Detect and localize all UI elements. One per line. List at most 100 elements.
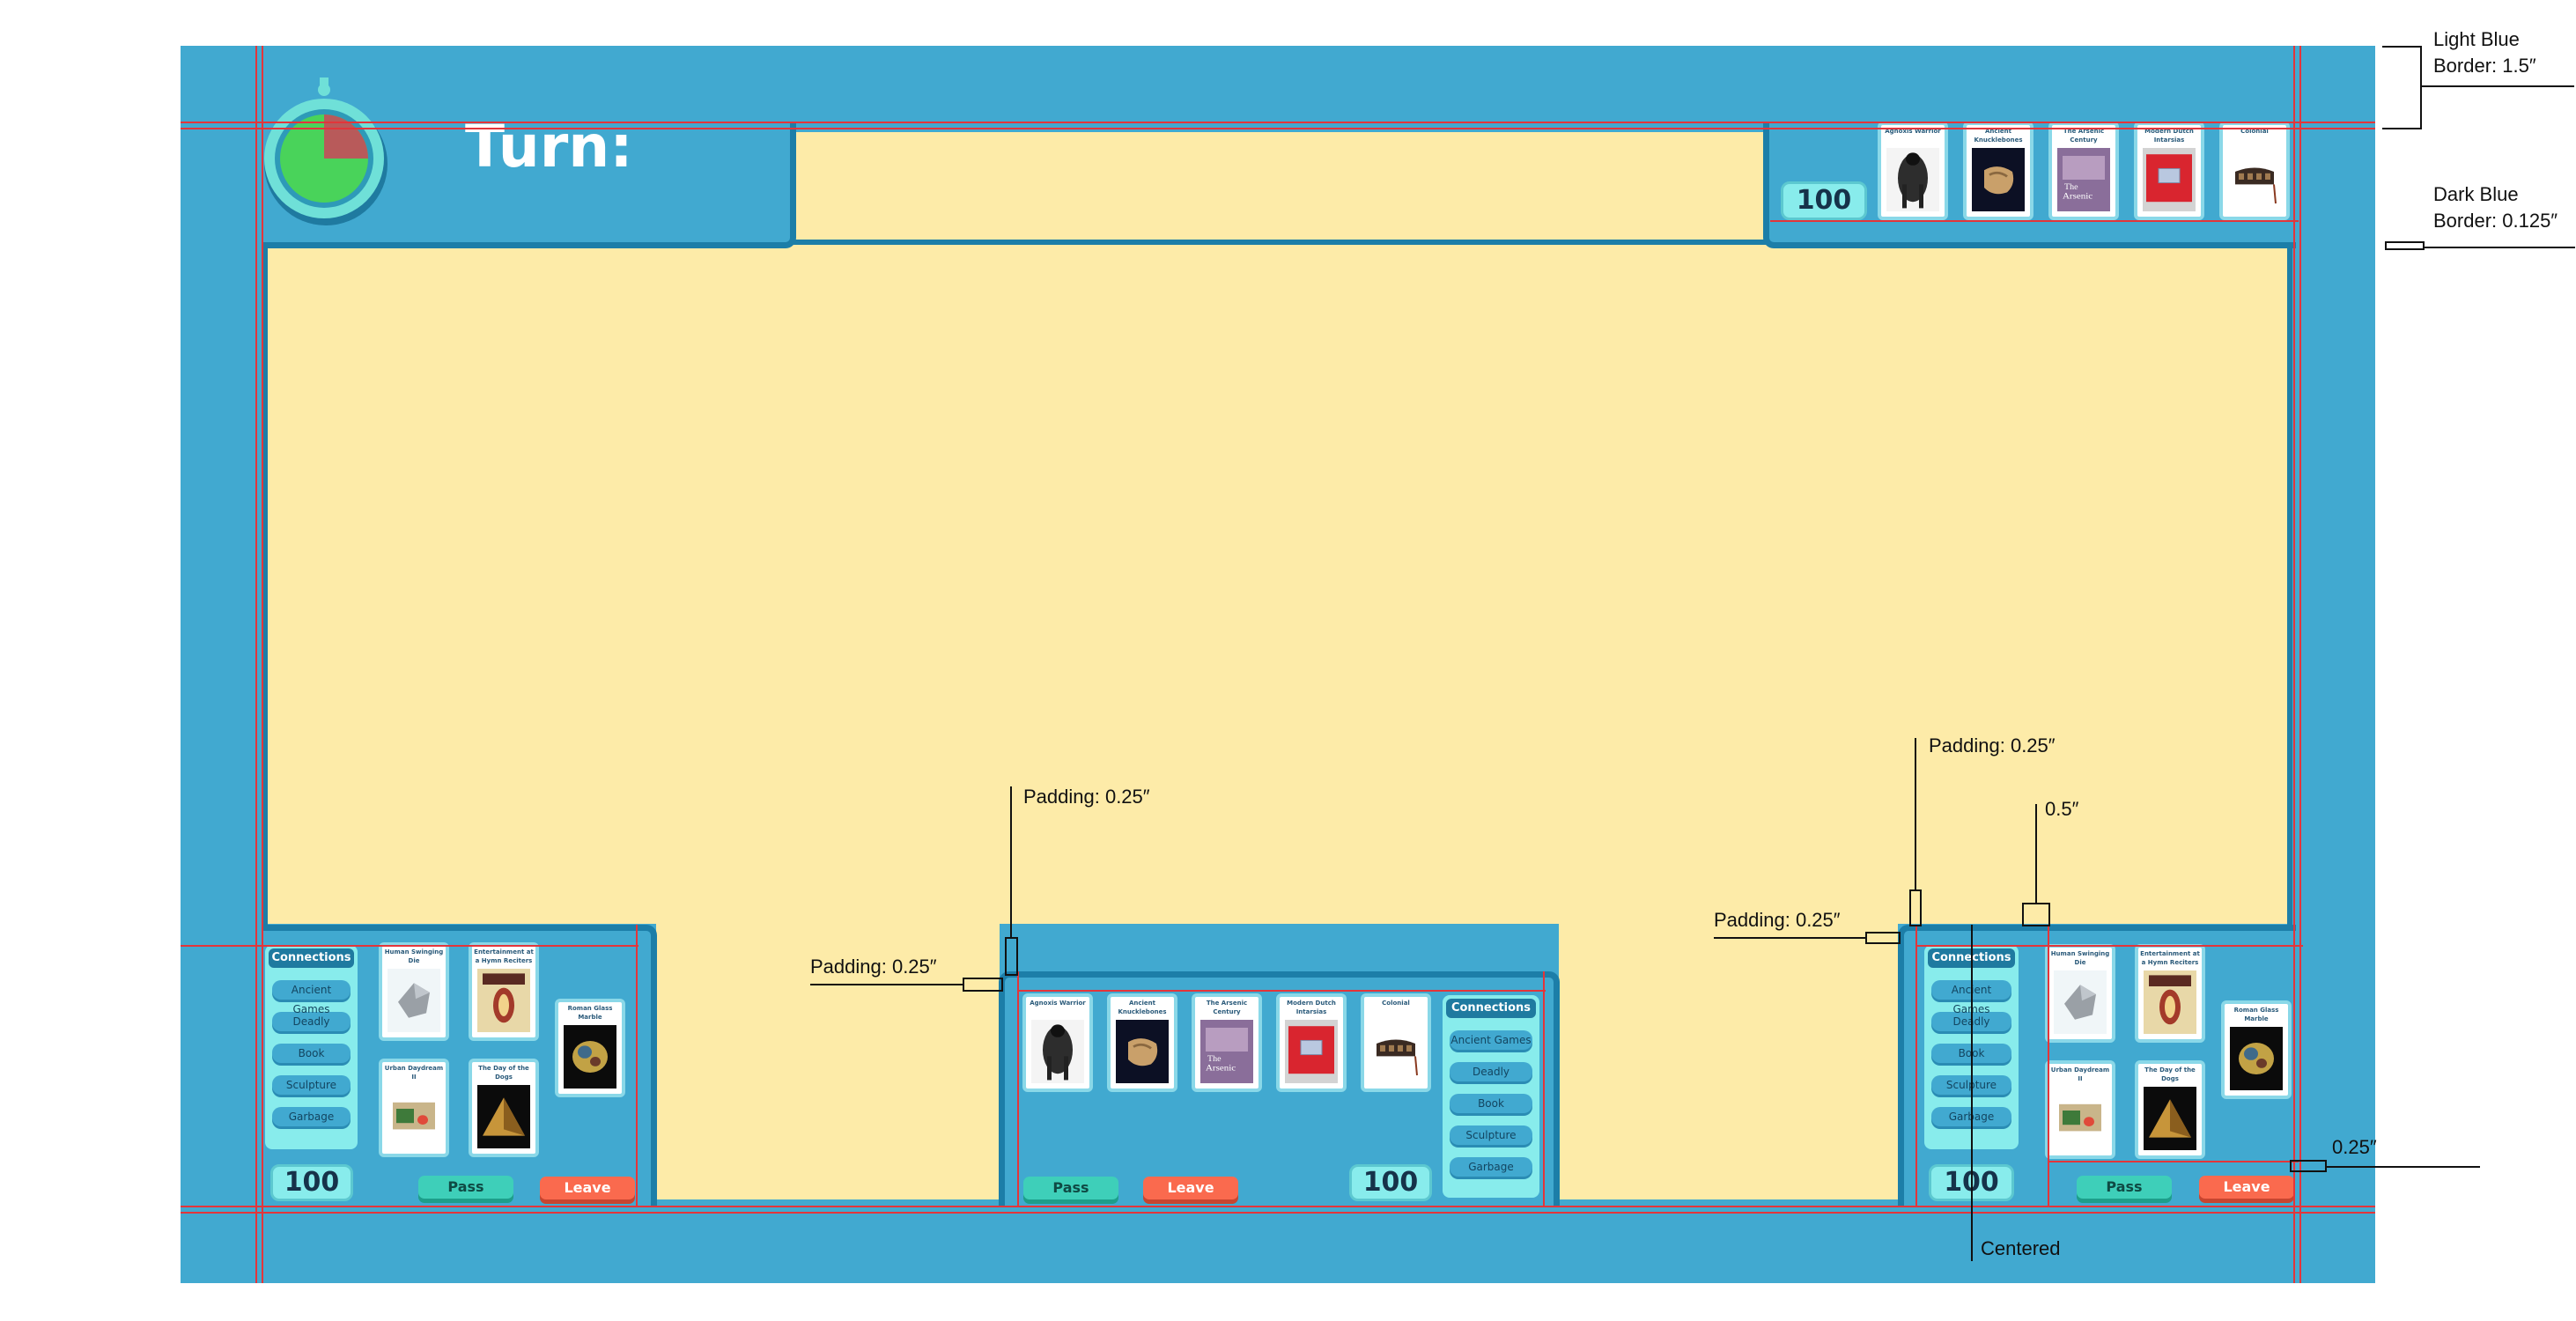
hand-card[interactable]: Urban Daydream II xyxy=(379,1059,449,1157)
card-title: Human Swinging Die xyxy=(2050,950,2110,966)
card-art xyxy=(2144,970,2196,1034)
card-art xyxy=(2054,970,2107,1034)
card-art: The Arsenic xyxy=(2057,148,2110,211)
connection-tag[interactable]: Sculpture xyxy=(1450,1125,1532,1145)
connection-tag[interactable]: Sculpture xyxy=(272,1075,351,1095)
guide-line xyxy=(2299,46,2301,1283)
svg-text:The: The xyxy=(2064,183,2078,191)
annotation-line xyxy=(1915,738,1916,890)
hand-card[interactable]: Colonial xyxy=(2219,122,2290,220)
card-art xyxy=(2143,148,2196,211)
svg-text:The: The xyxy=(1207,1055,1222,1063)
guide-line xyxy=(181,1212,2375,1214)
connection-tag[interactable]: Deadly xyxy=(1450,1062,1532,1081)
center-player-hand: Agnoxis Warrior Ancient Knucklebones The A… xyxy=(1017,990,1431,1096)
annotation-box xyxy=(2290,1160,2327,1172)
hand-card[interactable]: Modern Dutch Intarsias xyxy=(2134,122,2204,220)
hand-card[interactable]: Agnoxis Warrior xyxy=(1022,993,1093,1092)
guide-line xyxy=(1017,971,1019,1207)
connection-tag[interactable]: Ancient Games xyxy=(1450,1030,1532,1050)
hand-card[interactable]: Entertainment at a Hymn Reciters xyxy=(469,942,539,1041)
center-leave-button[interactable]: Leave xyxy=(1143,1177,1238,1199)
card-title: The Arsenic Century xyxy=(1206,1000,1248,1015)
right-player-hand: Human Swinging Die Entertainment at a Hym… xyxy=(2045,944,2296,1164)
card-art xyxy=(1972,148,2025,211)
top-player-score: 100 xyxy=(1781,181,1867,220)
guide-line xyxy=(1543,971,1545,1207)
hand-card[interactable]: The Day of the Dogs xyxy=(2135,1060,2205,1159)
hand-card[interactable]: Entertainment at a Hymn Reciters xyxy=(2135,944,2205,1043)
annotation-line xyxy=(1714,937,1866,939)
card-art xyxy=(477,969,530,1032)
hand-card[interactable]: The Arsenic Century The Arsenic xyxy=(2048,122,2119,220)
card-title: The Day of the Dogs xyxy=(2144,1066,2196,1082)
hand-card[interactable]: Modern Dutch Intarsias xyxy=(1276,993,1347,1092)
card-title: Agnoxis Warrior xyxy=(1030,1000,1086,1007)
card-art xyxy=(564,1025,616,1089)
hand-card[interactable]: The Day of the Dogs xyxy=(469,1059,539,1157)
guide-line xyxy=(636,925,638,1207)
left-leave-button[interactable]: Leave xyxy=(540,1177,635,1199)
connection-tag[interactable]: Garbage xyxy=(272,1107,351,1126)
guide-line xyxy=(1017,990,1546,992)
play-area-top-strip xyxy=(795,132,1764,255)
card-title: Urban Daydream II xyxy=(384,1065,444,1081)
annotation-line xyxy=(2035,804,2037,904)
card-art xyxy=(1886,148,1939,211)
left-player-hand: Human Swinging Die Entertainment at a Hym… xyxy=(379,942,643,1162)
hand-card[interactable]: Colonial xyxy=(1361,993,1431,1092)
card-art xyxy=(388,969,440,1032)
guide-line xyxy=(2293,46,2295,1283)
svg-text:Arsenic: Arsenic xyxy=(2063,192,2093,201)
center-connections-panel: Connections Ancient Games Deadly Book Sculp… xyxy=(1443,995,1539,1198)
timer xyxy=(264,77,396,227)
right-pass-button[interactable]: Pass xyxy=(2077,1176,2172,1199)
connection-tag[interactable]: Garbage xyxy=(1450,1157,1532,1177)
card-title: Entertainment at a Hymn Reciters xyxy=(474,948,534,964)
annotation-box xyxy=(2022,903,2050,926)
hand-card[interactable]: Roman Glass Marble xyxy=(2221,1000,2292,1099)
card-title: Colonial xyxy=(1382,1000,1410,1007)
card-title: Human Swinging Die xyxy=(384,948,444,964)
center-pass-button[interactable]: Pass xyxy=(1023,1177,1118,1199)
annotation-line xyxy=(2326,1166,2480,1168)
connection-tag[interactable]: Book xyxy=(1450,1094,1532,1113)
stopwatch-icon xyxy=(264,77,388,225)
card-title: Modern Dutch Intarsias xyxy=(1287,1000,1336,1015)
guide-line xyxy=(262,46,263,1283)
guide-line xyxy=(2048,1161,2299,1162)
card-art xyxy=(2144,1087,2196,1150)
annotation-padding-right-left: Padding: 0.25″ xyxy=(1714,909,1841,931)
hand-card[interactable]: Ancient Knucklebones xyxy=(1107,993,1177,1092)
guide-line xyxy=(1915,925,1917,1207)
hand-card[interactable]: Roman Glass Marble xyxy=(555,999,625,1097)
annotation-half-inch: 0.5″ xyxy=(2045,798,2079,820)
center-player-score: 100 xyxy=(1349,1164,1432,1201)
hand-card[interactable]: The Arsenic Century The Arsenic xyxy=(1192,993,1262,1092)
hand-card[interactable]: Agnoxis Warrior xyxy=(1878,122,1948,220)
annotation-dark-blue-border: Dark Blue Border: 0.125″ xyxy=(2433,183,2558,232)
hand-card[interactable]: Urban Daydream II xyxy=(2045,1060,2115,1159)
card-art xyxy=(1031,1020,1084,1083)
right-leave-button[interactable]: Leave xyxy=(2199,1176,2294,1199)
connection-tag[interactable]: Deadly xyxy=(272,1012,351,1031)
annotation-line xyxy=(1010,786,1012,938)
annotation-light-blue-border: Light Blue Border: 1.5″ xyxy=(2433,28,2536,77)
left-pass-button[interactable]: Pass xyxy=(418,1176,513,1199)
annotation-box xyxy=(963,978,1003,992)
card-art xyxy=(2230,1027,2283,1090)
connection-tag[interactable]: Book xyxy=(272,1044,351,1063)
hand-card[interactable]: Human Swinging Die xyxy=(2045,944,2115,1043)
guide-line xyxy=(255,46,257,1283)
card-title: The Day of the Dogs xyxy=(478,1065,529,1081)
hand-card[interactable]: Human Swinging Die xyxy=(379,942,449,1041)
card-art xyxy=(1116,1020,1169,1083)
annotation-line xyxy=(2424,247,2575,248)
connection-tag[interactable]: Ancient Games xyxy=(272,980,351,1015)
annotation-box xyxy=(1005,937,1018,976)
annotation-padding-right-top: Padding: 0.25″ xyxy=(1929,734,2056,756)
play-area xyxy=(267,245,2290,924)
play-area-bottom-right-strip xyxy=(1559,916,1898,1199)
hand-card[interactable]: Ancient Knucklebones xyxy=(1963,122,2033,220)
guide-line xyxy=(181,128,2375,129)
